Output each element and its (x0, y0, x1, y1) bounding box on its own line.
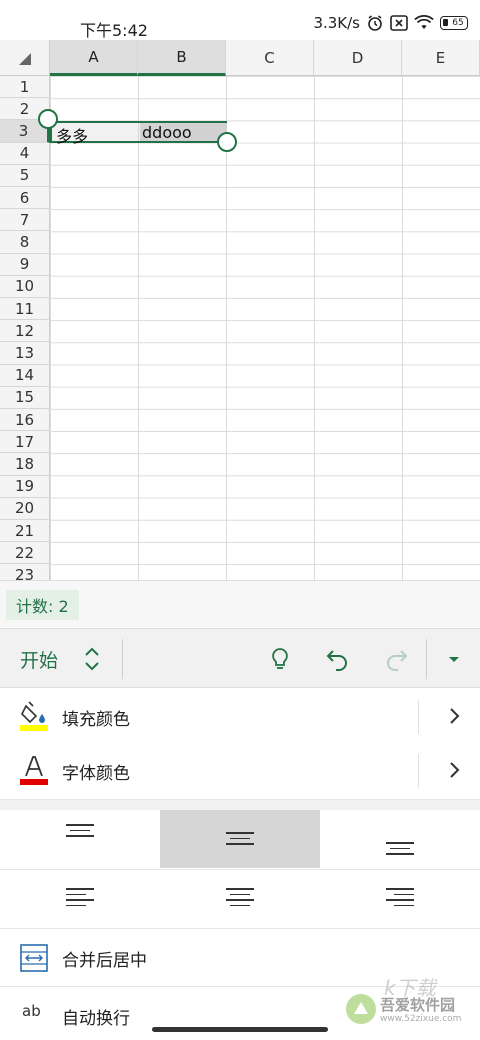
row-header-18[interactable]: 18 (0, 453, 50, 476)
row-header-23[interactable]: 23 (0, 564, 50, 580)
ribbon-tab-home[interactable]: 开始 (20, 646, 58, 673)
tab-switch-icon[interactable] (82, 645, 102, 673)
column-header-e[interactable]: E (402, 40, 480, 76)
wifi-icon (414, 15, 434, 29)
font-color-icon (20, 756, 48, 785)
select-all-corner[interactable] (0, 40, 50, 76)
row-header-9[interactable]: 9 (0, 253, 50, 276)
row-divider (418, 754, 419, 788)
column-label: D (351, 48, 364, 67)
row-header-14[interactable]: 14 (0, 364, 50, 387)
watermark-url: www.52zixue.com (380, 1014, 462, 1024)
fill-color-swatch (20, 725, 48, 731)
alarm-icon (368, 15, 382, 31)
font-color-label: 字体颜色 (62, 764, 130, 784)
selection-start-handle[interactable] (38, 109, 58, 129)
selection-end-handle[interactable] (217, 132, 237, 152)
font-color-row[interactable]: 字体颜色 (0, 742, 480, 800)
toolbar-divider (426, 639, 427, 679)
section-gap (0, 800, 480, 810)
battery-icon: 65 (440, 16, 468, 30)
watermark-logo-icon (346, 994, 376, 1024)
undo-icon[interactable] (324, 645, 352, 673)
column-label: A (88, 47, 99, 66)
align-top-icon (66, 824, 94, 841)
row-header-5[interactable]: 5 (0, 164, 50, 187)
row-header-16[interactable]: 16 (0, 409, 50, 432)
wrap-text-label: 自动换行 (62, 1009, 130, 1029)
count-badge[interactable]: 计数: 2 (6, 590, 79, 620)
row-header-12[interactable]: 12 (0, 320, 50, 343)
ribbon-toolbar: 开始 (0, 628, 480, 688)
align-right-icon (386, 888, 414, 910)
watermark-title: 吾爱软件园 (380, 996, 456, 1014)
row-header-17[interactable]: 17 (0, 431, 50, 454)
row-header-22[interactable]: 22 (0, 542, 50, 565)
row-header-13[interactable]: 13 (0, 342, 50, 365)
align-center-icon (226, 888, 254, 910)
status-time: 下午5:42 (80, 21, 148, 40)
row-header-15[interactable]: 15 (0, 386, 50, 409)
align-bottom-icon (386, 842, 414, 859)
row-header-21[interactable]: 21 (0, 520, 50, 543)
wrap-text-icon: ab (22, 1002, 41, 1020)
status-summary-bar: 计数: 2 (0, 580, 480, 629)
row-header-10[interactable]: 10 (0, 275, 50, 298)
align-middle-button[interactable] (160, 810, 320, 868)
column-header-b[interactable]: B (138, 40, 226, 76)
row-header-19[interactable]: 19 (0, 475, 50, 498)
row-header-8[interactable]: 8 (0, 231, 50, 254)
align-left-button[interactable] (0, 870, 158, 928)
battery-level: 65 (452, 18, 464, 28)
font-color-swatch (20, 779, 48, 785)
home-indicator[interactable] (152, 1027, 328, 1032)
cell-a3[interactable]: 多多 (56, 123, 88, 147)
column-label: C (264, 48, 275, 67)
align-bottom-button[interactable] (322, 810, 480, 868)
row-header-20[interactable]: 20 (0, 497, 50, 520)
row-header-7[interactable]: 7 (0, 209, 50, 232)
fill-color-label: 填充颜色 (62, 710, 130, 730)
align-left-icon (66, 888, 94, 910)
column-header-a[interactable]: A (50, 40, 138, 76)
merge-center-icon (20, 944, 48, 972)
column-header-d[interactable]: D (314, 40, 402, 76)
align-middle-icon (226, 832, 254, 849)
align-right-button[interactable] (322, 870, 480, 928)
column-header-c[interactable]: C (226, 40, 314, 76)
row-header-4[interactable]: 4 (0, 142, 50, 165)
redo-icon[interactable] (382, 645, 410, 673)
cells-area[interactable] (50, 76, 480, 580)
row-header-11[interactable]: 11 (0, 298, 50, 321)
chevron-right-icon[interactable] (448, 761, 460, 779)
column-label: E (435, 48, 446, 67)
chevron-right-icon[interactable] (448, 707, 460, 725)
lightbulb-icon[interactable] (266, 645, 294, 673)
row-header-6[interactable]: 6 (0, 187, 50, 210)
status-bar: 下午5:42 3.3K/s 65 (0, 0, 480, 40)
align-top-button[interactable] (0, 810, 158, 868)
merge-center-label: 合并后居中 (62, 951, 147, 971)
toolbar-divider (122, 639, 123, 679)
row-header-1[interactable]: 1 (0, 76, 50, 99)
row-divider (418, 700, 419, 734)
status-indicators: 3.3K/s 65 (313, 14, 468, 32)
fill-color-icon (20, 701, 48, 731)
column-label: B (176, 47, 187, 66)
site-watermark: k下载 吾爱软件园 www.52zixue.com (344, 976, 474, 1032)
no-sim-icon (390, 15, 408, 31)
network-speed: 3.3K/s (313, 14, 360, 32)
fill-color-row[interactable]: 填充颜色 (0, 688, 480, 746)
collapse-ribbon-icon[interactable] (440, 645, 468, 673)
align-center-button[interactable] (160, 870, 320, 928)
cell-b3[interactable]: ddooo (142, 123, 192, 142)
spreadsheet-grid[interactable]: A B C D E 1 2 3 4 5 6 7 8 9 10 11 12 13 14 15 16 17 18 19 2… (0, 40, 480, 580)
